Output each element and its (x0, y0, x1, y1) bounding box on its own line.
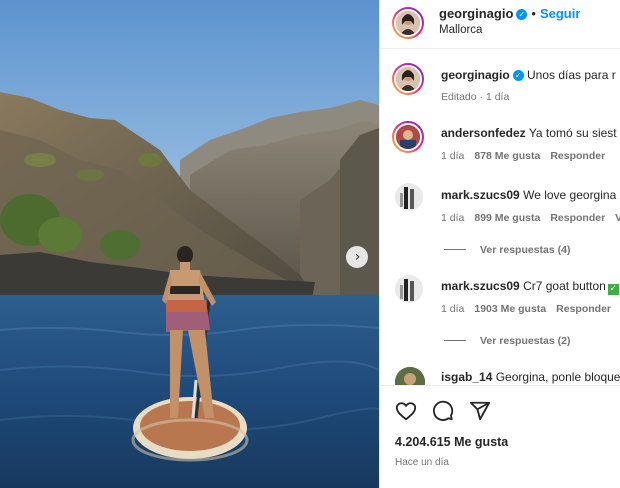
post-actions: 4.204.615 Me gusta Hace un día (380, 385, 620, 488)
post-side-panel: georginagio ✓ • Seguir Mallorca georginagio… (379, 0, 620, 488)
comment-likes[interactable]: 1903 Me gusta (474, 303, 546, 315)
like-count[interactable]: 4.204.615 Me gusta (395, 435, 508, 449)
post-header: georginagio ✓ • Seguir Mallorca (380, 0, 620, 49)
comment-meta: 1 día 1903 Me gusta Responder (441, 303, 620, 315)
comments-list[interactable]: georginagio ✓ Unos días para r Editado · … (380, 49, 620, 385)
comment-avatar[interactable] (395, 275, 423, 303)
comment-avatar[interactable] (395, 183, 423, 211)
author-avatar[interactable] (392, 7, 424, 39)
view-replies-button[interactable]: Ver respuestas (4) (444, 244, 570, 256)
header-title-row: georginagio ✓ • Seguir (439, 5, 580, 23)
next-photo-button[interactable]: › (346, 246, 368, 268)
caption-username[interactable]: georginagio (441, 68, 510, 82)
emoji-check-icon: ✓ (607, 284, 619, 295)
comment-username[interactable]: isgab_14 (441, 370, 492, 384)
comment-username[interactable]: andersonfedez (441, 126, 526, 140)
comment-age: 1 día (441, 303, 465, 315)
caption-text-row: georginagio ✓ Unos días para r (441, 68, 616, 82)
comment-text: We love georgina (523, 188, 617, 202)
share-icon[interactable] (469, 400, 491, 422)
comment-more-link[interactable]: V (615, 212, 620, 224)
follow-button[interactable]: Seguir (540, 6, 580, 21)
caption-meta: Editado · 1 día (441, 91, 519, 103)
comment-text: Cr7 goat button (523, 279, 606, 293)
author-username[interactable]: georginagio (439, 6, 513, 21)
comment-text: Ya tomó su siest (528, 126, 617, 140)
caption-edited-time: Editado · 1 día (441, 91, 510, 103)
comment-text-row: isgab_14 Georgina, ponle bloque (441, 370, 620, 384)
post-photo: › (0, 0, 379, 488)
comment-text: Georgina, ponle bloque (495, 370, 620, 384)
separator-dot: • (531, 6, 536, 21)
comment-meta: 1 día 899 Me gusta Responder V (441, 212, 620, 224)
comment-text-row: andersonfedez Ya tomó su siest (441, 126, 617, 140)
caption-avatar[interactable] (392, 63, 424, 95)
verified-icon: ✓ (516, 9, 528, 20)
comment-likes[interactable]: 878 Me gusta (474, 150, 540, 162)
comment-username[interactable]: mark.szucs09 (441, 279, 520, 293)
view-replies-button[interactable]: Ver respuestas (2) (444, 335, 570, 347)
reply-button[interactable]: Responder (550, 212, 605, 224)
comment-text-row: mark.szucs09 Cr7 goat button ✓ (441, 279, 619, 295)
caption-text: Unos días para r (527, 68, 616, 82)
comment-avatar[interactable] (395, 367, 425, 385)
comment-icon[interactable] (432, 400, 454, 422)
post-time: Hace un día (395, 457, 449, 468)
photo-scene (0, 0, 379, 488)
chevron-right-icon: › (354, 249, 361, 265)
comment-avatar[interactable] (392, 121, 424, 153)
reply-button[interactable]: Responder (556, 303, 611, 315)
comment-meta: 1 día 878 Me gusta Responder (441, 150, 615, 162)
reply-button[interactable]: Responder (550, 150, 605, 162)
comment-age: 1 día (441, 212, 465, 224)
verified-icon: ✓ (512, 70, 524, 81)
heart-icon[interactable] (395, 400, 417, 422)
comment-likes[interactable]: 899 Me gusta (474, 212, 540, 224)
post-location[interactable]: Mallorca (439, 24, 482, 36)
comment-text-row: mark.szucs09 We love georgina (441, 188, 616, 202)
comment-username[interactable]: mark.szucs09 (441, 188, 520, 202)
comment-age: 1 día (441, 150, 465, 162)
